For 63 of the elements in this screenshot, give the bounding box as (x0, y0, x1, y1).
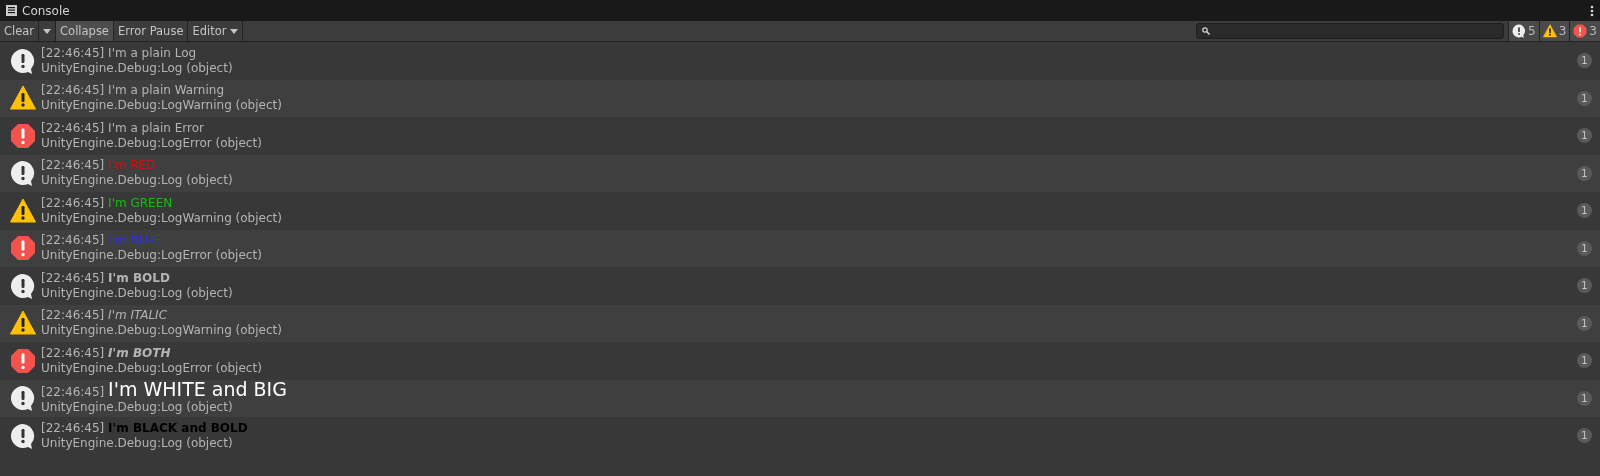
stack-trace: UnityEngine.Debug:LogError (object) (41, 248, 263, 264)
log-message: [22:46:45] I'm GREEN (41, 195, 174, 211)
speech-bubble-alert-icon (10, 160, 36, 187)
stack-trace: UnityEngine.Debug:LogWarning (object) (41, 98, 283, 114)
toggle-button[interactable]: Collapse (56, 21, 114, 41)
stack-trace: UnityEngine.Debug:LogWarning (object) (41, 210, 283, 226)
count-badge: 1 (1577, 203, 1592, 219)
stack-trace: UnityEngine.Debug:LogError (object) (41, 360, 263, 376)
log-message: [22:46:45] I'm ITALIC (41, 308, 168, 324)
stack-trace: UnityEngine.Debug:LogWarning (object) (41, 323, 283, 339)
log-message: [22:46:45] I'm BOLD (41, 270, 171, 286)
stack-trace: UnityEngine.Debug:LogError (object) (41, 135, 263, 151)
log-message: [22:46:45] I'm BLACK and BOLD (41, 420, 249, 436)
console-icon (6, 5, 17, 16)
error-icon (1573, 24, 1588, 38)
count-badge: 1 (1577, 90, 1592, 106)
count-badge: 1 (1577, 165, 1592, 181)
count-badge: 1 (1577, 278, 1592, 294)
count-badge: 1 (1577, 128, 1592, 144)
speech-bubble-alert-icon (1512, 24, 1527, 38)
more-icon[interactable] (1590, 4, 1594, 17)
caret-icon (43, 28, 52, 34)
warning-icon (10, 197, 36, 224)
count-badge: 1 (1577, 240, 1592, 256)
stack-trace: UnityEngine.Debug:Log (object) (41, 173, 234, 189)
caret-icon (229, 28, 238, 34)
log-entry[interactable]: [22:46:45] I'm ITALIC UnityEngine.Debug:LogWarning (object) 1 (0, 304, 1600, 342)
error-icon (10, 235, 36, 262)
search-field[interactable] (1196, 23, 1505, 39)
log-entry[interactable]: [22:46:45] I'm BLUE UnityEngine.Debug:LogError (object) 1 (0, 229, 1600, 267)
log-entry[interactable]: [22:46:45] I'm a plain Warning UnityEngine.Debug:LogWarning (object) 1 (0, 79, 1600, 117)
speech-bubble-alert-icon (10, 422, 36, 449)
log-entry[interactable]: [22:46:45] I'm RED UnityEngine.Debug:Log (object) 1 (0, 154, 1600, 192)
stack-trace: UnityEngine.Debug:Log (object) (41, 399, 234, 415)
warning-icon (10, 310, 36, 337)
warning-icon (10, 85, 36, 112)
filter-toggle[interactable]: 5 (1508, 21, 1539, 41)
filter-toggle[interactable]: 3 (1538, 21, 1570, 41)
log-message: [22:46:45] I'm RED (41, 158, 157, 174)
count-badge: 1 (1577, 390, 1592, 406)
stack-trace: UnityEngine.Debug:Log (object) (41, 285, 234, 301)
count-badge: 1 (1577, 428, 1592, 444)
speech-bubble-alert-icon (10, 47, 36, 74)
stack-trace: UnityEngine.Debug:Log (object) (41, 60, 234, 76)
count-badge: 1 (1577, 53, 1592, 69)
log-message: [22:46:45] I'm WHITE and BIG (41, 381, 288, 400)
stack-trace: UnityEngine.Debug:Log (object) (41, 435, 234, 451)
log-message: [22:46:45] I'm BLUE (41, 233, 163, 249)
count-badge: 1 (1577, 353, 1592, 369)
count-badge: 1 (1577, 315, 1592, 331)
filter-toggle[interactable]: 3 (1569, 21, 1600, 41)
error-icon (10, 122, 36, 149)
warning-icon (1542, 24, 1557, 38)
log-message: [22:46:45] I'm a plain Log (41, 45, 198, 61)
error-icon (10, 347, 36, 374)
log-message: [22:46:45] I'm a plain Error (41, 120, 205, 136)
speech-bubble-alert-icon (10, 385, 36, 412)
speech-bubble-alert-icon (10, 272, 36, 299)
log-message: [22:46:45] I'm BOTH (41, 345, 172, 361)
search-icon (1202, 27, 1211, 35)
window-title: Console (22, 3, 70, 18)
log-message: [22:46:45] I'm a plain Warning (41, 83, 225, 99)
log-entry[interactable]: [22:46:45] I'm WHITE and BIG UnityEngine.Debug:Log (object) 1 (0, 379, 1600, 417)
